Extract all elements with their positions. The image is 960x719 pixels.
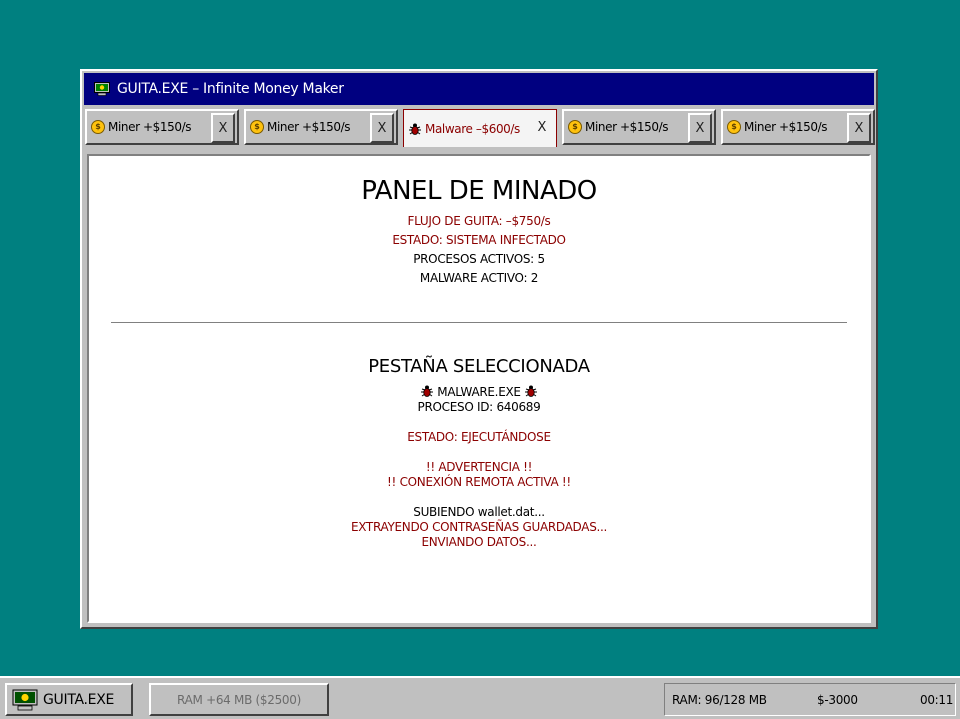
computer-icon (94, 82, 110, 96)
bug-icon (409, 123, 421, 135)
coin-icon: $ (727, 120, 741, 134)
system-state: ESTADO: SISTEMA INFECTADO (392, 233, 566, 247)
coin-icon: $ (91, 120, 105, 134)
tab-miner-1[interactable]: $ Miner +$150/s X (85, 109, 239, 145)
active-malware: MALWARE ACTIVO: 2 (419, 271, 539, 285)
process-state: ESTADO: EJECUTÁNDOSE (407, 430, 551, 444)
process-id: PROCESO ID: 640689 (417, 400, 541, 414)
buy-ram-button[interactable]: RAM +64 MB ($2500) (149, 683, 329, 716)
tab-strip: $ Miner +$150/s X $ Miner +$150/s X Malw… (85, 109, 875, 147)
close-tab-button[interactable]: X (211, 113, 235, 143)
taskbar-app-label: GUITA.EXE (43, 691, 115, 708)
close-tab-button[interactable]: X (847, 113, 871, 143)
mining-panel: PANEL DE MINADO FLUJO DE GUITA: –$750/s … (87, 154, 871, 623)
bug-icon (525, 385, 538, 397)
tab-label: Miner +$150/s (744, 120, 828, 134)
window-title: GUITA.EXE – Infinite Money Maker (117, 81, 344, 97)
remote-connection-warning: !! CONEXIÓN REMOTA ACTIVA !! (387, 475, 571, 489)
warning-text: !! ADVERTENCIA !! (425, 460, 533, 474)
tab-label: Miner +$150/s (108, 120, 192, 134)
tab-malware[interactable]: Malware –$600/s X (403, 109, 557, 147)
log-line: SUBIENDO wallet.dat... (413, 505, 545, 519)
money-balance: $-3000 (817, 693, 858, 707)
tab-label: Malware –$600/s (425, 121, 520, 136)
title-bar[interactable]: GUITA.EXE – Infinite Money Maker (84, 73, 874, 105)
process-name-label: MALWARE.EXE (437, 385, 521, 399)
process-name: MALWARE.EXE (89, 384, 869, 399)
system-tray: RAM: 96/128 MB $-3000 00:11 (664, 683, 956, 716)
tab-label: Miner +$150/s (585, 120, 669, 134)
app-window: GUITA.EXE – Infinite Money Maker $ Miner… (80, 69, 878, 629)
bug-icon (420, 385, 433, 397)
close-tab-button[interactable]: X (688, 113, 712, 143)
log-line: EXTRAYENDO CONTRASEÑAS GUARDADAS... (350, 520, 608, 534)
active-processes: PROCESOS ACTIVOS: 5 (413, 252, 545, 266)
computer-icon (12, 689, 38, 710)
panel-title: PANEL DE MINADO (361, 176, 597, 206)
close-tab-button[interactable]: X (370, 113, 394, 143)
divider (111, 322, 847, 323)
tab-label: Miner +$150/s (267, 120, 351, 134)
selected-tab-title: PESTAÑA SELECCIONADA (368, 356, 590, 377)
tab-miner-2[interactable]: $ Miner +$150/s X (244, 109, 398, 145)
taskbar: GUITA.EXE RAM +64 MB ($2500) RAM: 96/128… (0, 676, 960, 719)
ram-status: RAM: 96/128 MB (672, 693, 767, 707)
tab-miner-3[interactable]: $ Miner +$150/s X (562, 109, 716, 145)
coin-icon: $ (568, 120, 582, 134)
taskbar-app-button[interactable]: GUITA.EXE (5, 683, 133, 716)
flow-rate: FLUJO DE GUITA: –$750/s (407, 214, 551, 228)
tab-miner-4[interactable]: $ Miner +$150/s X (721, 109, 875, 145)
close-tab-button[interactable]: X (530, 112, 554, 142)
clock: 00:11 (920, 693, 954, 707)
log-line: ENVIANDO DATOS... (421, 535, 537, 549)
coin-icon: $ (250, 120, 264, 134)
